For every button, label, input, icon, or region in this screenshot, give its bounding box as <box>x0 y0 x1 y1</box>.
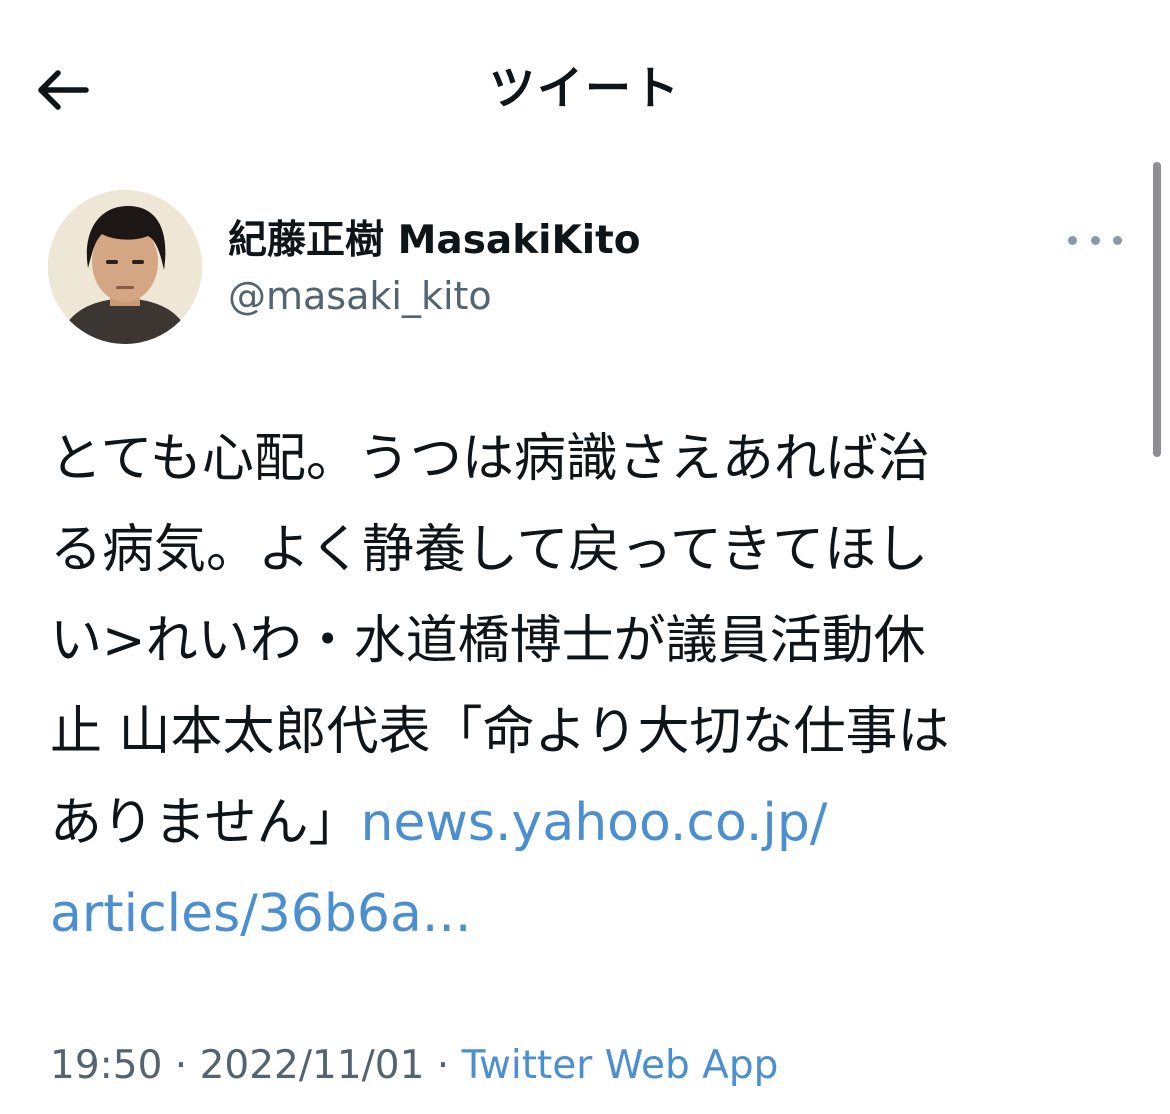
meta-separator: · <box>424 1043 462 1088</box>
tweet-text-line: 止 山本太郎代表「命より大切な仕事は <box>50 702 950 762</box>
more-options-button[interactable] <box>1068 222 1122 258</box>
tweet-text-line: い>れいわ・水道橋博士が議員活動休 <box>50 611 926 671</box>
tweet-source-link[interactable]: Twitter Web App <box>462 1043 779 1088</box>
more-horizontal-icon <box>1090 235 1100 245</box>
tweet-text-line-link: articles/36b6a... <box>50 869 1120 960</box>
tweet-link-part1[interactable]: news.yahoo.co.jp/ <box>360 793 827 853</box>
tweet-metadata: 19:50 · 2022/11/01 · Twitter Web App <box>50 1036 778 1096</box>
tweet-time: 19:50 <box>50 1043 163 1088</box>
avatar[interactable] <box>48 190 202 344</box>
author-handle[interactable]: @masaki_kito <box>228 271 492 321</box>
tweet-date: 2022/11/01 <box>199 1043 425 1088</box>
tweet-text-line-with-link: ありません」news.yahoo.co.jp/ <box>50 778 1120 869</box>
meta-separator: · <box>162 1043 200 1088</box>
more-horizontal-icon <box>1113 235 1122 245</box>
tweet-text: とても心配。うつは病識さえあれば治 る病気。よく静養して戻ってきてほし い>れい… <box>50 414 1120 960</box>
top-bar: ツイート <box>0 0 1170 175</box>
tweet-link-part2[interactable]: articles/36b6a... <box>50 884 471 944</box>
avatar-photo <box>48 190 202 344</box>
tweet-text-line: る病気。よく静養して戻ってきてほし <box>50 520 929 580</box>
more-horizontal-icon <box>1068 235 1077 245</box>
author-name[interactable]: 紀藤正樹 MasakiKito <box>228 216 641 266</box>
page-title: ツイート <box>489 61 681 115</box>
tweet-text-line: とても心配。うつは病識さえあれば治 <box>50 429 930 489</box>
scrollbar[interactable] <box>1153 162 1161 457</box>
tweet-text-tail: ありません」 <box>50 793 361 853</box>
